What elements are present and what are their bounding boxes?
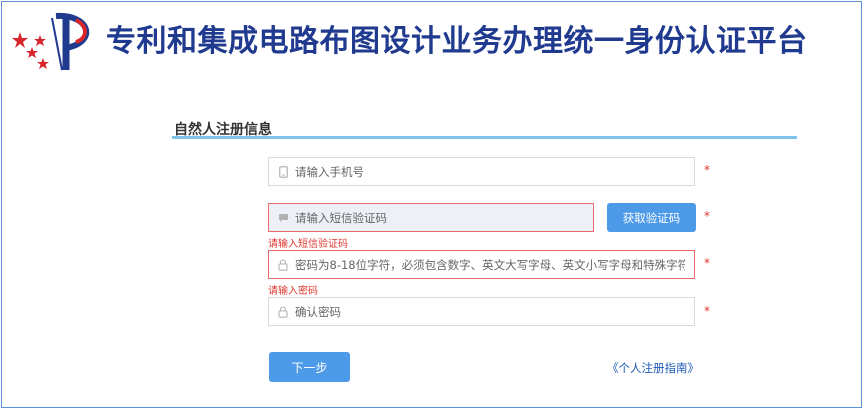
confirm-password-input[interactable] bbox=[295, 304, 685, 319]
site-title: 专利和集成电路布图设计业务办理统一身份认证平台 bbox=[106, 24, 808, 59]
password-required-mark: * bbox=[704, 256, 710, 270]
confirm-password-required-mark: * bbox=[704, 304, 710, 318]
get-sms-code-button[interactable]: 获取验证码 bbox=[607, 203, 696, 232]
logo-icon bbox=[12, 12, 90, 71]
password-error: 请输入密码 bbox=[268, 286, 318, 297]
message-icon bbox=[271, 204, 295, 231]
password-field[interactable] bbox=[268, 250, 695, 279]
phone-required-mark: * bbox=[704, 163, 710, 177]
phone-input[interactable] bbox=[295, 164, 685, 179]
registration-guide-link[interactable]: 《个人注册指南》 bbox=[607, 360, 699, 376]
password-input[interactable] bbox=[295, 257, 685, 272]
header: 专利和集成电路布图设计业务办理统一身份认证平台 bbox=[0, 0, 865, 78]
sms-code-error: 请输入短信验证码 bbox=[268, 239, 348, 250]
lock-icon bbox=[271, 251, 295, 278]
section-divider bbox=[172, 136, 797, 139]
phone-field[interactable] bbox=[268, 157, 695, 186]
confirm-password-field[interactable] bbox=[268, 297, 695, 326]
sms-code-input[interactable] bbox=[295, 210, 585, 225]
phone-icon bbox=[271, 158, 295, 185]
next-step-button[interactable]: 下一步 bbox=[269, 352, 350, 382]
sms-code-required-mark: * bbox=[704, 209, 710, 223]
sms-code-field[interactable] bbox=[268, 203, 594, 232]
lock-icon bbox=[271, 298, 295, 325]
